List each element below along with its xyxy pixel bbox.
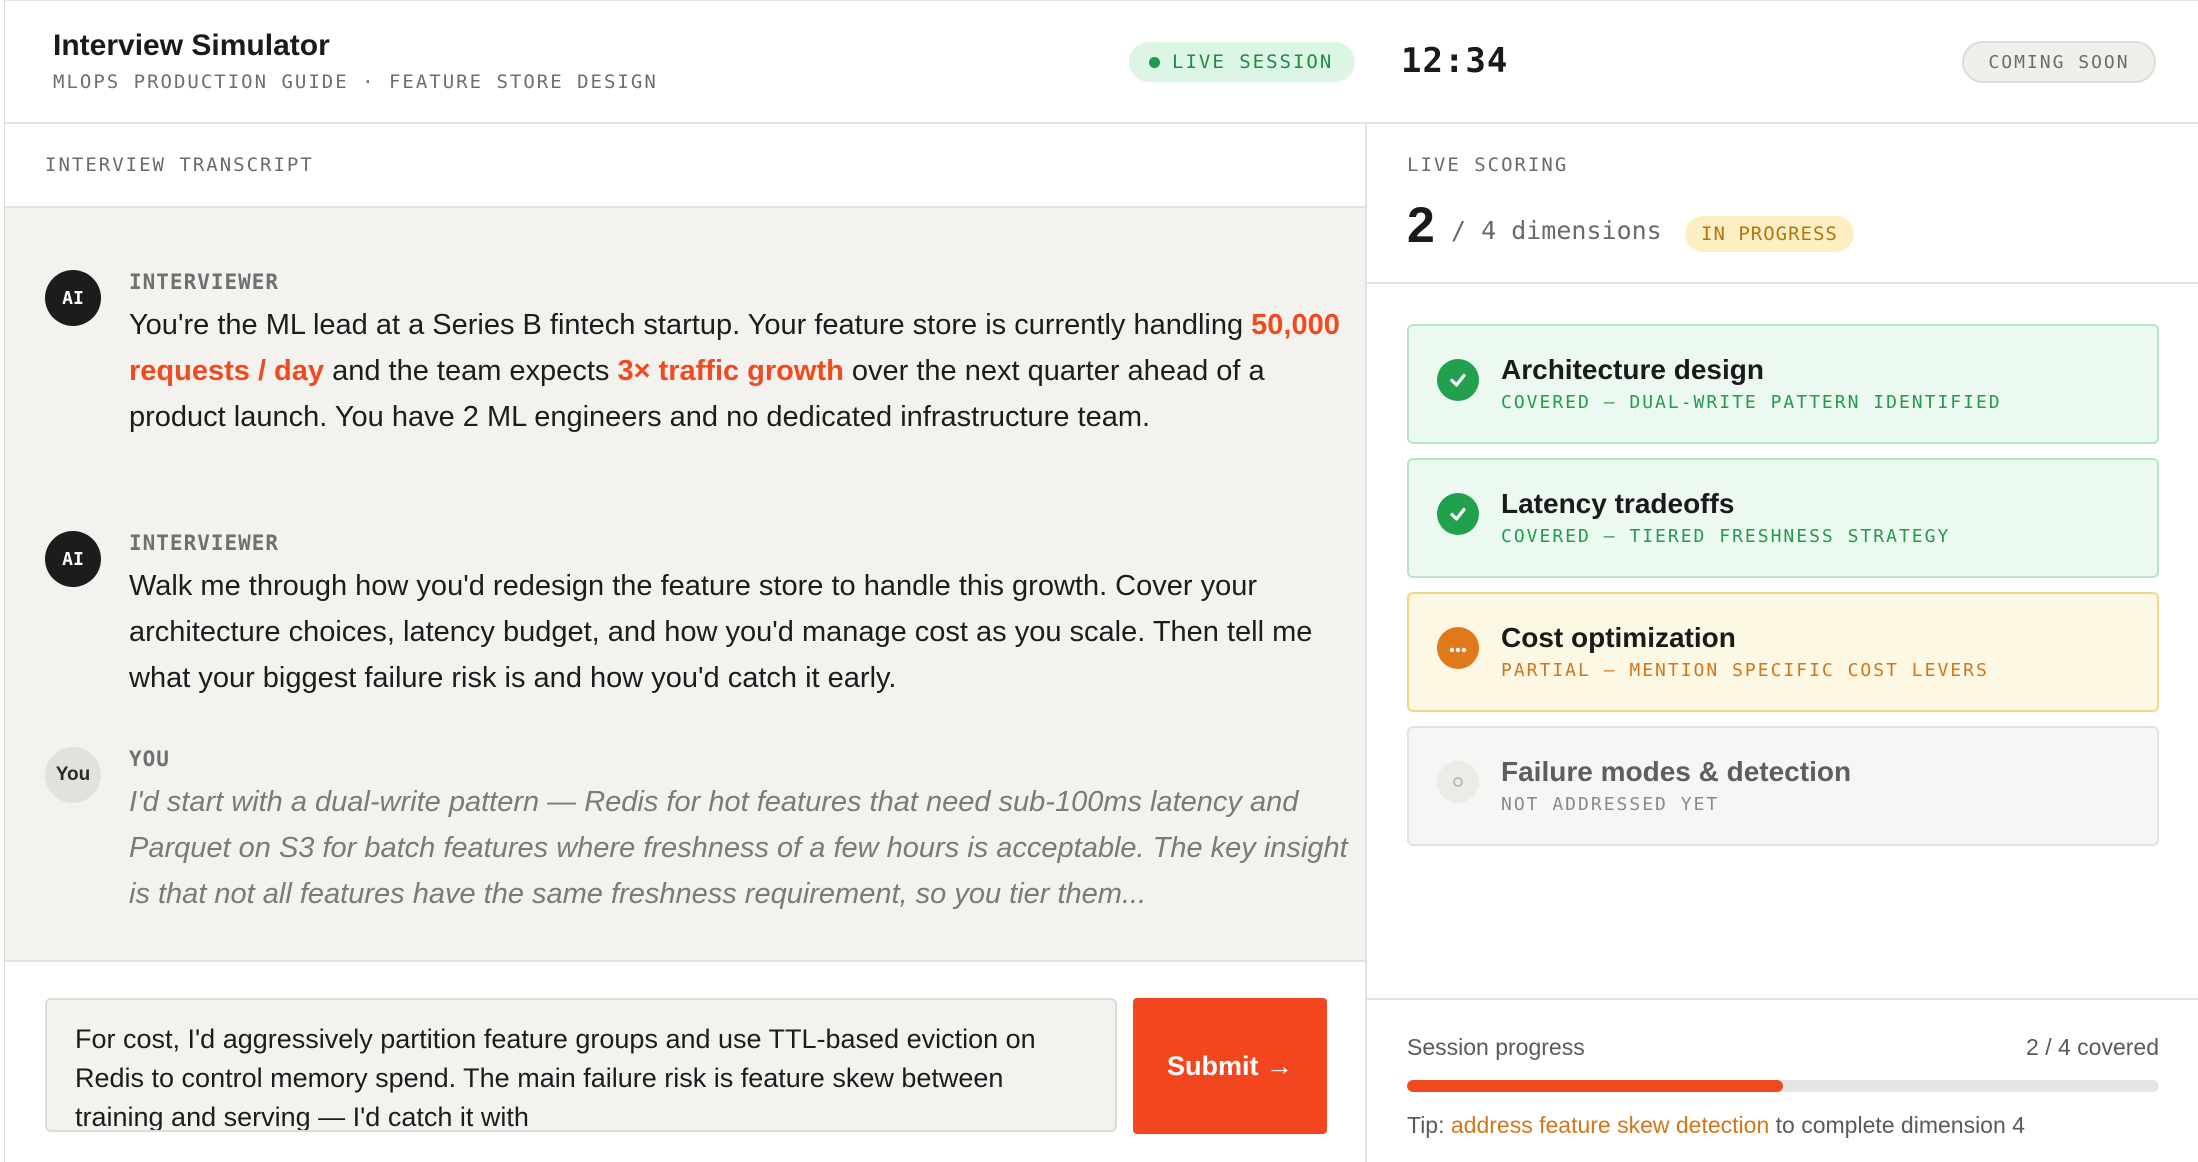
message-text: Walk me through how you'd redesign the f… <box>129 570 1313 694</box>
tip-prefix: Tip: <box>1407 1112 1451 1138</box>
answer-input[interactable] <box>45 998 1117 1132</box>
message-text-part: You're the ML lead at a Series B fintech… <box>129 309 1252 341</box>
tip-text: Tip: address feature skew detection to c… <box>1407 1112 2025 1139</box>
message-text: I'd start with a dual-write pattern — Re… <box>129 786 1348 910</box>
dimension-title: Failure modes & detection <box>1501 756 1852 787</box>
live-session-badge: LIVE SESSION <box>1129 42 1356 82</box>
empty-circle-icon <box>1437 761 1479 803</box>
scoring-label: LIVE SCORING <box>1407 154 1569 176</box>
avatar: You <box>45 747 101 803</box>
avatar: AI <box>45 270 101 326</box>
dimension-card-cost: Cost optimization PARTIAL — MENTION SPEC… <box>1407 592 2159 712</box>
message-text-part: and the team expects <box>324 355 618 387</box>
app-title: Interview Simulator <box>53 29 330 62</box>
transcript-header: INTERVIEW TRANSCRIPT <box>5 124 1365 208</box>
coming-soon-button[interactable]: COMING SOON <box>1962 41 2156 83</box>
composer: Submit → <box>5 962 1365 1162</box>
transcript-list[interactable]: AI INTERVIEWER You're the ML lead at a S… <box>5 208 1365 962</box>
progress-label: Session progress <box>1407 1034 1585 1060</box>
dimension-card-latency: Latency tradeoffs COVERED — TIERED FRESH… <box>1407 458 2159 578</box>
speaker-label: YOU <box>129 747 170 771</box>
avatar: AI <box>45 531 101 587</box>
dimension-title: Architecture design <box>1501 354 1764 385</box>
session-progress: Session progress 2 / 4 covered Tip: addr… <box>1367 998 2198 1162</box>
scoring-header: LIVE SCORING 2 / 4 dimensions IN PROGRES… <box>1367 124 2198 284</box>
dimension-status: NOT ADDRESSED YET <box>1501 794 1720 815</box>
dimension-card-architecture: Architecture design COVERED — DUAL-WRITE… <box>1407 324 2159 444</box>
live-dot-icon <box>1149 56 1160 68</box>
ellipsis-icon <box>1437 627 1479 669</box>
dimension-card-failure: Failure modes & detection NOT ADDRESSED … <box>1407 726 2159 846</box>
speaker-label: INTERVIEWER <box>129 270 280 294</box>
dimension-status: PARTIAL — MENTION SPECIFIC COST LEVERS <box>1501 660 1989 681</box>
check-icon <box>1437 493 1479 535</box>
breadcrumb: MLOPS PRODUCTION GUIDE · FEATURE STORE D… <box>53 71 658 93</box>
dimension-status: COVERED — DUAL-WRITE PATTERN IDENTIFIED <box>1501 392 2002 413</box>
progress-count: 2 / 4 covered <box>2026 1034 2159 1060</box>
status-badge: IN PROGRESS <box>1685 216 1854 252</box>
dimension-title: Cost optimization <box>1501 622 1736 653</box>
score-count: 2 <box>1407 197 1435 253</box>
highlight-growth: 3× traffic growth <box>617 355 844 387</box>
tip-link[interactable]: address feature skew detection <box>1451 1112 1769 1138</box>
message-text: You're the ML lead at a Series B fintech… <box>129 302 1369 440</box>
scoring-panel: LIVE SCORING 2 / 4 dimensions IN PROGRES… <box>1367 124 2198 1162</box>
progress-bar <box>1407 1080 2159 1092</box>
app-window: Interview Simulator MLOPS PRODUCTION GUI… <box>4 0 2198 1162</box>
dimension-title: Latency tradeoffs <box>1501 488 1735 519</box>
progress-bar-fill <box>1407 1080 1783 1092</box>
live-session-label: LIVE SESSION <box>1172 51 1334 73</box>
transcript-panel: INTERVIEW TRANSCRIPT AI INTERVIEWER You'… <box>5 124 1367 1162</box>
check-icon <box>1437 359 1479 401</box>
submit-button[interactable]: Submit → <box>1133 998 1327 1134</box>
tip-suffix: to complete dimension 4 <box>1769 1112 2025 1138</box>
speaker-label: INTERVIEWER <box>129 531 280 555</box>
session-timer: 12:34 <box>1401 41 1509 81</box>
score-total: / 4 dimensions <box>1451 216 1662 245</box>
transcript-label: INTERVIEW TRANSCRIPT <box>45 154 314 176</box>
dimension-status: COVERED — TIERED FRESHNESS STRATEGY <box>1501 526 1951 547</box>
header: Interview Simulator MLOPS PRODUCTION GUI… <box>5 1 2198 124</box>
